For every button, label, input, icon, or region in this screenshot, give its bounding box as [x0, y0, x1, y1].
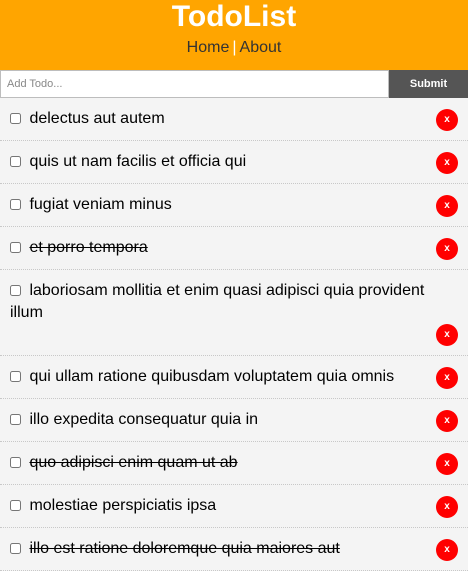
todo-title: qui ullam ratione quibusdam voluptatem q…: [29, 368, 395, 385]
todo-title: et porro tempora: [29, 239, 148, 256]
app-header: TodoList Home | About: [0, 0, 468, 70]
todo-title: quo adipisci enim quam ut ab: [29, 454, 238, 471]
delete-todo-button[interactable]: x: [436, 539, 458, 561]
todo-title: laboriosam mollitia et enim quasi adipis…: [10, 282, 425, 321]
todo-item: illo expedita consequatur quia in x: [0, 399, 468, 442]
main-nav: Home | About: [0, 38, 468, 58]
todo-title: illo expedita consequatur quia in: [29, 411, 259, 428]
delete-todo-button[interactable]: x: [436, 109, 458, 131]
todo-item: fugiat veniam minus x: [0, 184, 468, 227]
todo-title: delectus aut autem: [29, 110, 165, 127]
delete-todo-button[interactable]: x: [436, 195, 458, 217]
todo-item: molestiae perspiciatis ipsa x: [0, 485, 468, 528]
todo-list: delectus aut autem x quis ut nam facilis…: [0, 98, 468, 571]
todo-title: quis ut nam facilis et officia qui: [29, 153, 247, 170]
nav-link-about[interactable]: About: [240, 39, 282, 56]
todo-item: qui ullam ratione quibusdam voluptatem q…: [0, 356, 468, 399]
delete-todo-button[interactable]: x: [436, 324, 458, 346]
delete-todo-button[interactable]: x: [436, 410, 458, 432]
todo-title: fugiat veniam minus: [29, 196, 172, 213]
delete-todo-button[interactable]: x: [436, 152, 458, 174]
todo-checkbox[interactable]: [10, 242, 21, 253]
todo-item: quo adipisci enim quam ut ab x: [0, 442, 468, 485]
todo-item: delectus aut autem x: [0, 98, 468, 141]
todo-item: et porro tempora x: [0, 227, 468, 270]
app-title: TodoList: [171, 0, 297, 33]
todo-checkbox[interactable]: [10, 156, 21, 167]
todo-checkbox[interactable]: [10, 543, 21, 554]
delete-todo-button[interactable]: x: [436, 367, 458, 389]
todo-checkbox[interactable]: [10, 414, 21, 425]
todo-checkbox[interactable]: [10, 500, 21, 511]
todo-checkbox[interactable]: [10, 199, 21, 210]
todo-item: quis ut nam facilis et officia qui x: [0, 141, 468, 184]
todo-checkbox[interactable]: [10, 457, 21, 468]
nav-link-home[interactable]: Home: [187, 39, 230, 56]
todo-title: illo est ratione doloremque quia maiores…: [29, 540, 340, 557]
delete-todo-button[interactable]: x: [436, 238, 458, 260]
delete-todo-button[interactable]: x: [436, 496, 458, 518]
todo-title: molestiae perspiciatis ipsa: [29, 497, 217, 514]
nav-separator: |: [232, 39, 237, 56]
todo-checkbox[interactable]: [10, 371, 21, 382]
add-todo-input[interactable]: [0, 70, 389, 98]
delete-todo-button[interactable]: x: [436, 453, 458, 475]
add-todo-form: Submit: [0, 70, 468, 98]
todo-item: laboriosam mollitia et enim quasi adipis…: [0, 270, 468, 356]
todo-checkbox[interactable]: [10, 113, 21, 124]
submit-button[interactable]: Submit: [389, 70, 468, 98]
todo-checkbox[interactable]: [10, 285, 21, 296]
